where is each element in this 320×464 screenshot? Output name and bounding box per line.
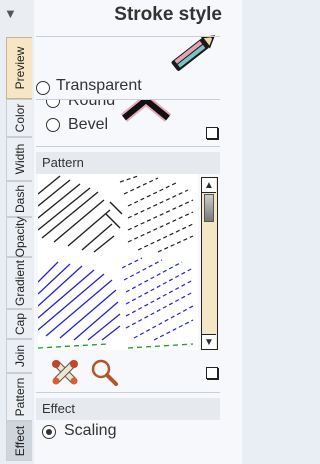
bevel-label: Bevel [68,116,109,133]
tab-join[interactable]: Join [6,339,32,373]
bevel-radio[interactable] [46,118,60,132]
tab-width[interactable]: Width [6,137,32,181]
join-checkbox[interactable] [206,127,218,139]
zoom-icon[interactable] [90,358,118,386]
round-radio[interactable] [46,100,60,108]
tab-opacity[interactable]: Opacity [6,217,32,257]
tab-gradient[interactable]: Gradient [6,257,32,309]
pattern-section-header: Pattern [36,152,220,174]
tab-dash[interactable]: Dash [6,181,32,217]
pattern-checkbox[interactable] [206,367,218,379]
pattern-edit-icon[interactable] [50,357,80,387]
transparent-label: Transparent [56,77,142,94]
scroll-up-icon[interactable]: ▲ [202,178,216,193]
divider [36,146,220,147]
divider [36,392,220,393]
scroll-thumb[interactable] [204,194,214,222]
vertical-tab-strip: Preview Color Width Dash Opacity Gradien… [6,37,32,461]
transparent-radio[interactable] [36,81,50,95]
pattern-swatches [38,175,194,349]
tab-color[interactable]: Color [6,99,32,137]
panel-title: Stroke style [114,4,222,25]
round-label: Round [68,100,116,109]
pattern-scrollbar[interactable]: ▲ ▼ [201,177,218,350]
divider [36,36,220,37]
tab-effect[interactable]: Effect [6,421,32,461]
collapse-icon[interactable]: ▼ [4,6,20,22]
scaling-label: Scaling [64,422,117,439]
scaling-radio[interactable] [42,425,56,439]
effect-section-header: Effect [36,398,220,420]
join-preview-icon [120,100,172,122]
join-options: Round Bevel [36,100,220,144]
tab-pattern[interactable]: Pattern [6,373,32,421]
tab-cap[interactable]: Cap [6,309,32,339]
tab-preview[interactable]: Preview [6,37,32,99]
scroll-down-icon[interactable]: ▼ [202,334,216,349]
pattern-list[interactable] [38,174,198,350]
